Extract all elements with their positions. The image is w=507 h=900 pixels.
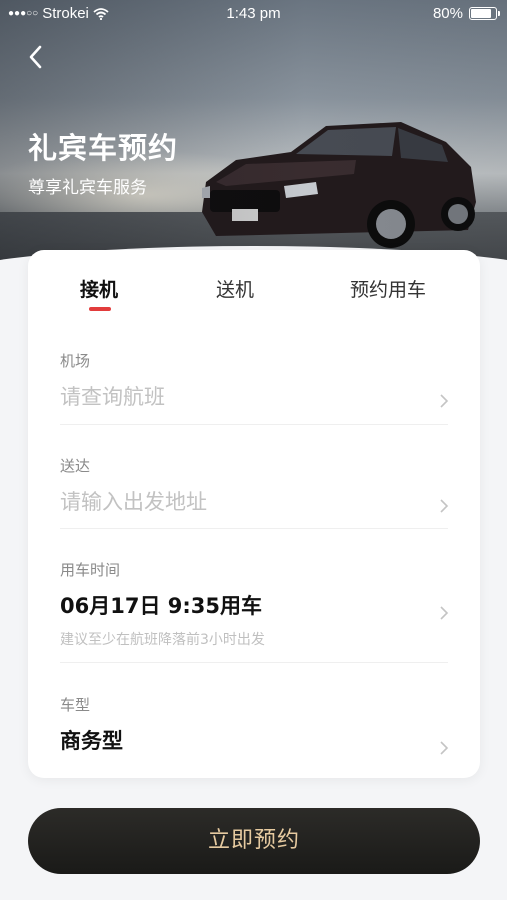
battery-icon [469,7,500,20]
airport-label: 机场 [60,352,91,370]
time-hint: 建议至少在航班降落前3小时出发 [60,632,265,648]
airport-field[interactable]: 机场 请查询航班 [60,350,449,411]
divider [60,528,448,529]
active-tab-indicator [89,307,111,311]
divider [60,424,448,425]
status-bar: ●●●○○ Strokei 1:43 pm 80% [0,0,507,28]
car-type-label: 车型 [60,696,91,714]
page-subtitle: 尊享礼宾车服务 [28,178,147,198]
time-label: 用车时间 [60,561,121,579]
divider [60,662,448,663]
destination-field[interactable]: 送达 请输入出发地址 [60,455,449,516]
status-time: 1:43 pm [226,5,281,22]
destination-label: 送达 [60,457,91,475]
destination-placeholder: 请输入出发地址 [60,490,207,514]
chevron-right-icon [440,394,449,408]
time-value: 06月17日 9:35用车 [60,594,262,618]
tab-pickup[interactable]: 接机 [80,275,118,302]
chevron-right-icon [440,606,449,620]
battery-percent: 80% [432,5,463,22]
tab-dropoff[interactable]: 送机 [216,275,254,302]
car-type-field[interactable]: 车型 商务型 [60,694,449,755]
back-arrow-icon[interactable] [22,42,52,72]
tab-reserve[interactable]: 预约用车 [350,275,426,302]
car-type-value: 商务型 [60,729,123,753]
booking-card: 接机 送机 预约用车 机场 请查询航班 送达 请输入出发地址 用车时间 06月1… [28,250,480,778]
book-now-button[interactable]: 立即预约 [28,808,480,874]
page-title: 礼宾车预约 [28,131,179,165]
chevron-right-icon [440,499,449,513]
chevron-right-icon [440,741,449,755]
airport-placeholder: 请查询航班 [60,385,165,409]
service-tabs: 接机 送机 预约用车 [28,250,480,320]
time-field[interactable]: 用车时间 06月17日 9:35用车 建议至少在航班降落前3小时出发 [60,559,449,649]
